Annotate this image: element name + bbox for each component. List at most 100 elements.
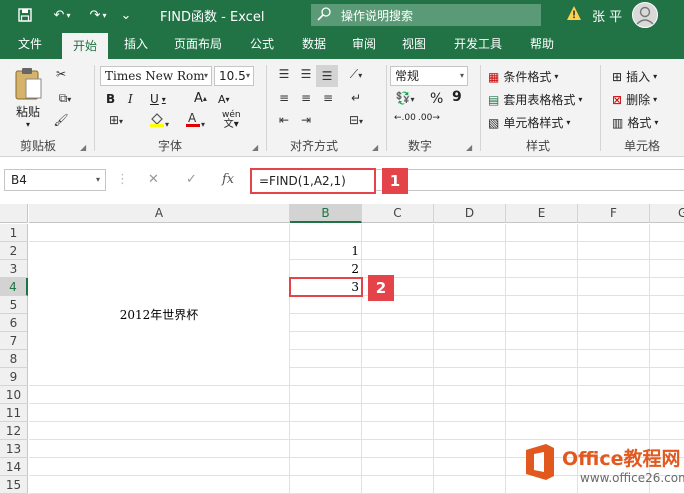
decrease-decimal-button[interactable]: .00 → bbox=[418, 113, 440, 123]
row-header-1[interactable]: 1 bbox=[0, 224, 28, 242]
dialog-launcher-icon[interactable]: ◢ bbox=[466, 143, 472, 152]
dialog-launcher-icon[interactable]: ◢ bbox=[252, 143, 258, 152]
select-all-corner[interactable] bbox=[0, 204, 28, 223]
tab-developer[interactable]: 开发工具 bbox=[446, 30, 510, 59]
tab-data[interactable]: 数据 bbox=[292, 30, 336, 59]
cell-a2-merged[interactable]: 2012年世界杯 bbox=[29, 306, 289, 323]
column-header-g[interactable]: G bbox=[650, 204, 684, 223]
watermark: Office教程网 www.office26.com bbox=[518, 440, 684, 494]
paste-label: 粘贴 bbox=[15, 105, 40, 119]
fill-color-icon[interactable]: ▾ bbox=[146, 111, 172, 130]
table-icon: ▤ bbox=[488, 92, 500, 107]
row-header-14[interactable]: 14 bbox=[0, 458, 28, 476]
delete-cells-button[interactable]: ⊠ 删除 ▾ bbox=[612, 91, 657, 108]
format-painter-icon[interactable]: 🖌 bbox=[52, 113, 70, 127]
cell-styles-button[interactable]: ▧ 单元格样式 ▾ bbox=[488, 114, 570, 131]
save-icon[interactable] bbox=[14, 5, 36, 25]
insert-cells-button[interactable]: ⊞ 插入 ▾ bbox=[612, 68, 657, 85]
row-header-12[interactable]: 12 bbox=[0, 422, 28, 440]
italic-button[interactable]: I bbox=[128, 92, 133, 106]
tab-help[interactable]: 帮助 bbox=[520, 30, 564, 59]
format-cells-button[interactable]: ▥ 格式 ▾ bbox=[612, 114, 658, 131]
row-header-8[interactable]: 8 bbox=[0, 350, 28, 368]
insert-function-icon[interactable]: fx bbox=[222, 169, 234, 191]
cell-styles-icon: ▧ bbox=[488, 115, 500, 130]
wrap-text-icon[interactable]: ↵ bbox=[346, 91, 366, 105]
dialog-launcher-icon[interactable]: ◢ bbox=[372, 143, 378, 152]
percent-button[interactable]: % bbox=[430, 91, 443, 107]
paste-button[interactable]: 粘贴 ▾ bbox=[10, 67, 46, 131]
name-box[interactable]: B4 ▾ bbox=[4, 169, 106, 191]
column-header-d[interactable]: D bbox=[434, 204, 506, 223]
cut-icon[interactable]: ✂ bbox=[52, 67, 70, 81]
underline-button[interactable]: U ▾ bbox=[150, 92, 166, 106]
row-header-9[interactable]: 9 bbox=[0, 368, 28, 386]
tab-page-layout[interactable]: 页面布局 bbox=[166, 30, 230, 59]
font-size-select[interactable]: 10.5 ▾ bbox=[214, 66, 254, 86]
column-header-a[interactable]: A bbox=[29, 204, 290, 223]
format-as-table-button[interactable]: ▤ 套用表格格式 ▾ bbox=[488, 91, 582, 108]
row-header-15[interactable]: 15 bbox=[0, 476, 28, 494]
bold-button[interactable]: B bbox=[106, 92, 115, 106]
tab-view[interactable]: 视图 bbox=[392, 30, 436, 59]
row-header-13[interactable]: 13 bbox=[0, 440, 28, 458]
column-header-b[interactable]: B bbox=[290, 204, 362, 223]
row-header-4[interactable]: 4 bbox=[0, 278, 28, 296]
tell-me-search[interactable]: 操作说明搜索 bbox=[311, 4, 541, 26]
tab-review[interactable]: 审阅 bbox=[342, 30, 386, 59]
accounting-format-icon[interactable]: 💱▾ bbox=[392, 91, 418, 105]
phonetic-guide-button[interactable]: wén 文▾ bbox=[222, 111, 241, 130]
align-bottom-icon[interactable]: ☰ bbox=[316, 65, 338, 87]
active-cell-highlight bbox=[289, 277, 363, 297]
shrink-font-button[interactable]: A ▾ bbox=[218, 93, 230, 106]
tab-insert[interactable]: 插入 bbox=[114, 30, 158, 59]
user-name[interactable]: 张 平 bbox=[592, 6, 622, 25]
divider bbox=[94, 65, 95, 151]
avatar[interactable] bbox=[632, 2, 658, 28]
cancel-icon[interactable]: ✕ bbox=[148, 169, 159, 191]
font-color-icon[interactable]: A ▾ bbox=[182, 111, 208, 130]
dialog-launcher-icon[interactable]: ◢ bbox=[80, 143, 86, 152]
align-left-icon[interactable]: ≡ bbox=[274, 91, 294, 105]
copy-icon[interactable]: ⧉▾ bbox=[52, 91, 78, 106]
grow-font-button[interactable]: A ▴ bbox=[194, 91, 207, 106]
align-right-icon[interactable]: ≡ bbox=[318, 91, 338, 105]
column-header-e[interactable]: E bbox=[506, 204, 578, 223]
tab-file[interactable]: 文件 bbox=[6, 30, 54, 59]
tab-formulas[interactable]: 公式 bbox=[240, 30, 284, 59]
formula-input-area[interactable] bbox=[376, 169, 684, 191]
align-middle-icon[interactable]: ☰ bbox=[296, 67, 316, 81]
number-format-select[interactable]: 常规 ▾ bbox=[390, 66, 468, 86]
warning-icon[interactable] bbox=[566, 5, 582, 23]
orientation-icon[interactable]: ⟋▾ bbox=[344, 67, 368, 82]
customize-qat-icon[interactable]: ⌄ bbox=[118, 5, 134, 25]
comma-style-button[interactable]: 9 bbox=[452, 89, 462, 105]
redo-button[interactable]: ↷ ▾ bbox=[84, 5, 112, 25]
decrease-indent-icon[interactable]: ⇤ bbox=[274, 113, 294, 127]
merge-center-icon[interactable]: ⊟▾ bbox=[342, 113, 370, 127]
align-top-icon[interactable]: ☰ bbox=[274, 67, 294, 81]
gridline bbox=[361, 224, 362, 494]
undo-button[interactable]: ↶ ▾ bbox=[48, 5, 76, 25]
cell-b3[interactable]: 2 bbox=[291, 262, 359, 276]
gridline bbox=[505, 224, 506, 494]
row-header-10[interactable]: 10 bbox=[0, 386, 28, 404]
row-header-5[interactable]: 5 bbox=[0, 296, 28, 314]
increase-indent-icon[interactable]: ⇥ bbox=[296, 113, 316, 127]
border-icon[interactable]: ⊞▾ bbox=[104, 113, 128, 127]
cell-b2[interactable]: 1 bbox=[291, 244, 359, 258]
row-header-7[interactable]: 7 bbox=[0, 332, 28, 350]
formula-input[interactable]: =FIND(1,A2,1) bbox=[250, 168, 376, 194]
tab-home[interactable]: 开始 bbox=[62, 33, 108, 59]
conditional-formatting-button[interactable]: ▦ 条件格式 ▾ bbox=[488, 68, 558, 85]
font-name-select[interactable]: Times New Rom ▾ bbox=[100, 66, 212, 86]
increase-decimal-button[interactable]: ← .00 bbox=[394, 113, 416, 123]
enter-icon[interactable]: ✓ bbox=[186, 169, 197, 191]
align-center-icon[interactable]: ≡ bbox=[296, 91, 316, 105]
column-header-f[interactable]: F bbox=[578, 204, 650, 223]
row-header-2[interactable]: 2 bbox=[0, 242, 28, 260]
column-header-c[interactable]: C bbox=[362, 204, 434, 223]
row-header-6[interactable]: 6 bbox=[0, 314, 28, 332]
row-header-3[interactable]: 3 bbox=[0, 260, 28, 278]
row-header-11[interactable]: 11 bbox=[0, 404, 28, 422]
